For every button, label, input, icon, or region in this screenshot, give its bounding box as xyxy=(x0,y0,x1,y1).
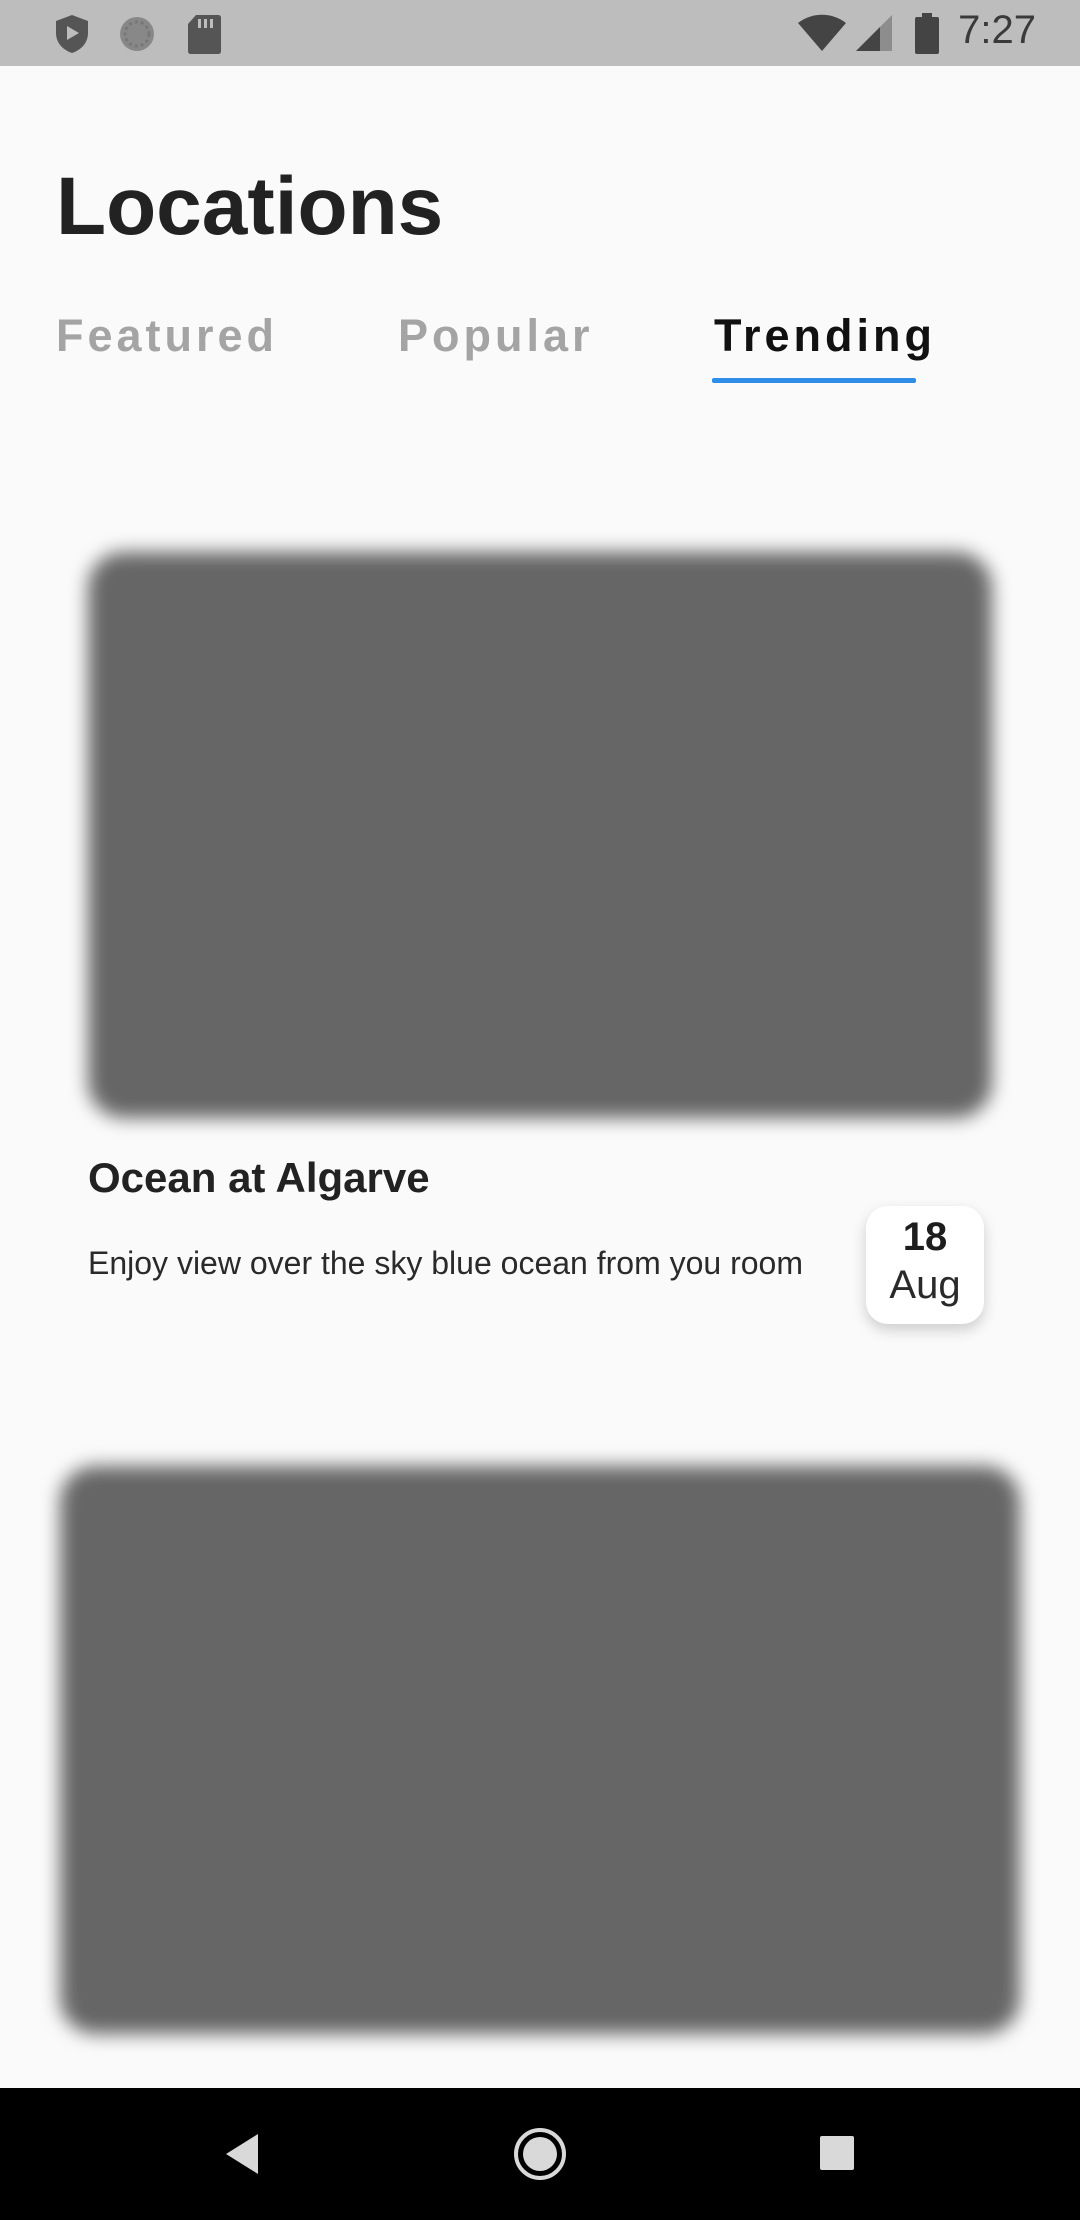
active-tab-indicator xyxy=(712,378,916,383)
sd-card-icon xyxy=(186,13,222,60)
card-image[interactable] xyxy=(88,552,992,1118)
date-month: Aug xyxy=(889,1263,961,1307)
date-day: 18 xyxy=(902,1215,948,1259)
card-image[interactable] xyxy=(60,1466,1020,2034)
home-icon[interactable] xyxy=(480,2088,600,2220)
status-bar: 7:27 xyxy=(0,0,1080,66)
status-time: 7:27 xyxy=(958,8,1036,52)
card-description: Enjoy view over the sky blue ocean from … xyxy=(88,1245,803,1281)
date-badge: 18 Aug xyxy=(866,1206,984,1324)
shield-icon xyxy=(52,13,92,60)
tab-bar: Featured Popular Trending xyxy=(0,310,1080,390)
cell-signal-icon xyxy=(854,13,894,58)
page-title: Locations xyxy=(56,161,444,252)
recents-icon[interactable] xyxy=(778,2088,898,2220)
battery-icon xyxy=(914,13,940,60)
sync-icon xyxy=(116,13,158,60)
tab-trending[interactable]: Trending xyxy=(714,310,936,362)
card-title: Ocean at Algarve xyxy=(88,1154,430,1201)
tab-popular[interactable]: Popular xyxy=(398,310,594,362)
tab-featured[interactable]: Featured xyxy=(56,310,278,362)
screen: 7:27 Locations Featured Popular Trending… xyxy=(0,0,1080,2220)
navigation-bar xyxy=(0,2088,1080,2220)
back-icon[interactable] xyxy=(182,2088,302,2220)
wifi-icon xyxy=(796,13,848,58)
